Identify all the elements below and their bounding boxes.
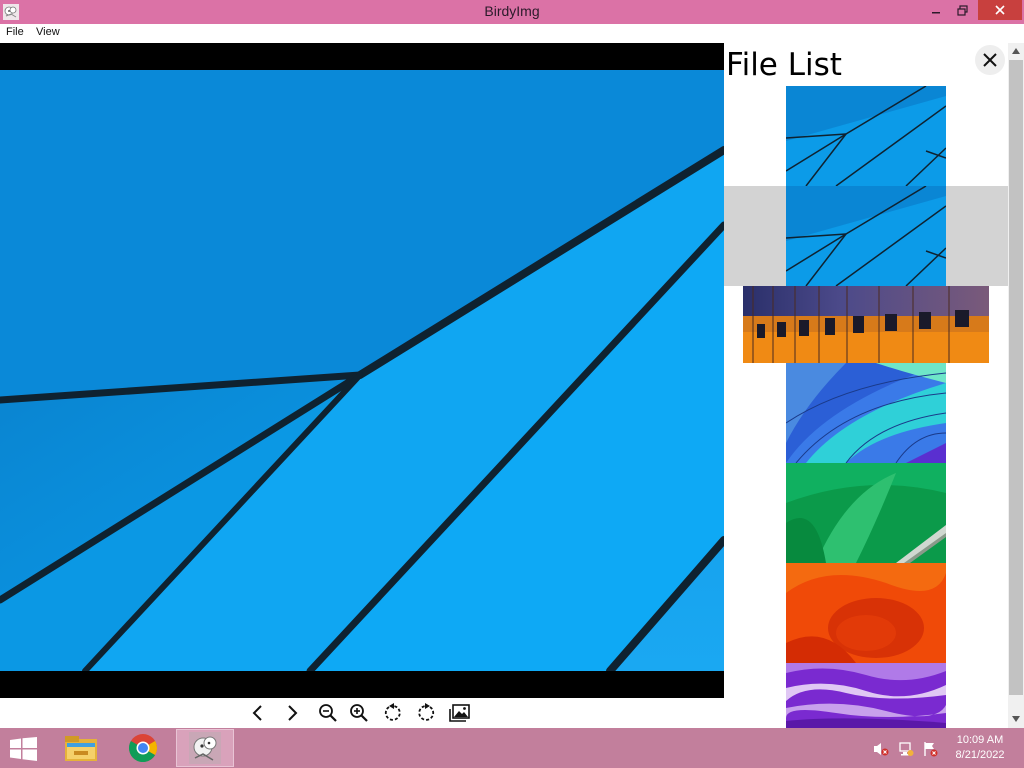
file-list-item[interactable]: [724, 563, 1008, 663]
taskbar: 10:09 AM 8/21/2022: [0, 728, 1024, 768]
minimize-icon: [932, 12, 940, 14]
menu-file[interactable]: File: [6, 26, 24, 38]
action-center-icon[interactable]: [922, 741, 938, 757]
chevron-right-icon: [288, 705, 298, 721]
scroll-thumb[interactable]: [1009, 60, 1023, 695]
thumb-blue-lines-1: [786, 86, 946, 186]
scroll-up-icon: [1012, 48, 1020, 54]
thumb-green-wave: [786, 463, 946, 563]
thumb-balloon: [786, 363, 946, 463]
chrome-icon: [128, 734, 157, 763]
next-button[interactable]: [279, 700, 305, 726]
zoom-out-icon: [319, 704, 337, 722]
file-list-item-selected[interactable]: [724, 186, 1008, 286]
rotate-left-icon: [384, 703, 401, 721]
chevron-left-icon: [252, 705, 262, 721]
file-list-panel: File List: [724, 43, 1008, 728]
file-list-item[interactable]: [724, 663, 1008, 728]
taskbar-clock[interactable]: 10:09 AM 8/21/2022: [948, 733, 1012, 763]
title-bar: BirdyImg: [0, 0, 1024, 24]
close-icon: [983, 53, 997, 67]
zoom-out-button[interactable]: [315, 700, 341, 726]
menu-view[interactable]: View: [36, 26, 60, 38]
clock-date: 8/21/2022: [955, 749, 1005, 761]
scroll-up-button[interactable]: [1008, 43, 1024, 59]
birdyimg-icon: [189, 732, 221, 764]
menu-bar: File View: [0, 24, 1024, 43]
rotate-right-button[interactable]: [412, 700, 438, 726]
taskbar-file-explorer[interactable]: [52, 729, 110, 767]
taskbar-birdyimg[interactable]: [176, 729, 234, 767]
network-icon[interactable]: [898, 741, 914, 757]
file-list-title: File List: [726, 47, 842, 83]
thumb-purple-waves: [786, 663, 946, 728]
restore-button[interactable]: [950, 0, 974, 20]
window-title: BirdyImg: [484, 3, 540, 19]
file-list-item[interactable]: [724, 363, 1008, 463]
toolbar: [0, 698, 724, 728]
restore-icon: [956, 4, 968, 16]
file-list-item[interactable]: [724, 86, 1008, 186]
thumb-orange-swirl: [786, 563, 946, 663]
image-viewer[interactable]: [0, 43, 724, 698]
file-list-item[interactable]: [724, 463, 1008, 563]
gallery-icon: [449, 704, 470, 722]
minimize-button[interactable]: [922, 0, 950, 20]
zoom-in-button[interactable]: [346, 700, 372, 726]
file-explorer-icon: [65, 736, 97, 761]
file-list-close-button[interactable]: [975, 45, 1005, 75]
scroll-down-button[interactable]: [1008, 711, 1024, 727]
zoom-in-icon: [350, 704, 368, 722]
thumb-orange-building: [743, 286, 989, 363]
windows-start-icon[interactable]: [10, 737, 38, 761]
close-button[interactable]: [978, 0, 1022, 20]
previous-button[interactable]: [245, 700, 271, 726]
file-list-item[interactable]: [724, 286, 1008, 363]
rotate-left-button[interactable]: [381, 700, 407, 726]
rotate-right-icon: [418, 703, 435, 721]
scroll-down-icon: [1012, 716, 1020, 722]
close-icon: [995, 5, 1005, 15]
gallery-button[interactable]: [447, 700, 473, 726]
volume-muted-icon[interactable]: [873, 741, 889, 757]
current-image: [0, 70, 724, 671]
clock-time: 10:09 AM: [956, 734, 1004, 746]
thumb-blue-lines-2: [786, 186, 946, 286]
file-list-scrollbar[interactable]: [1008, 43, 1024, 728]
taskbar-chrome[interactable]: [114, 729, 172, 767]
